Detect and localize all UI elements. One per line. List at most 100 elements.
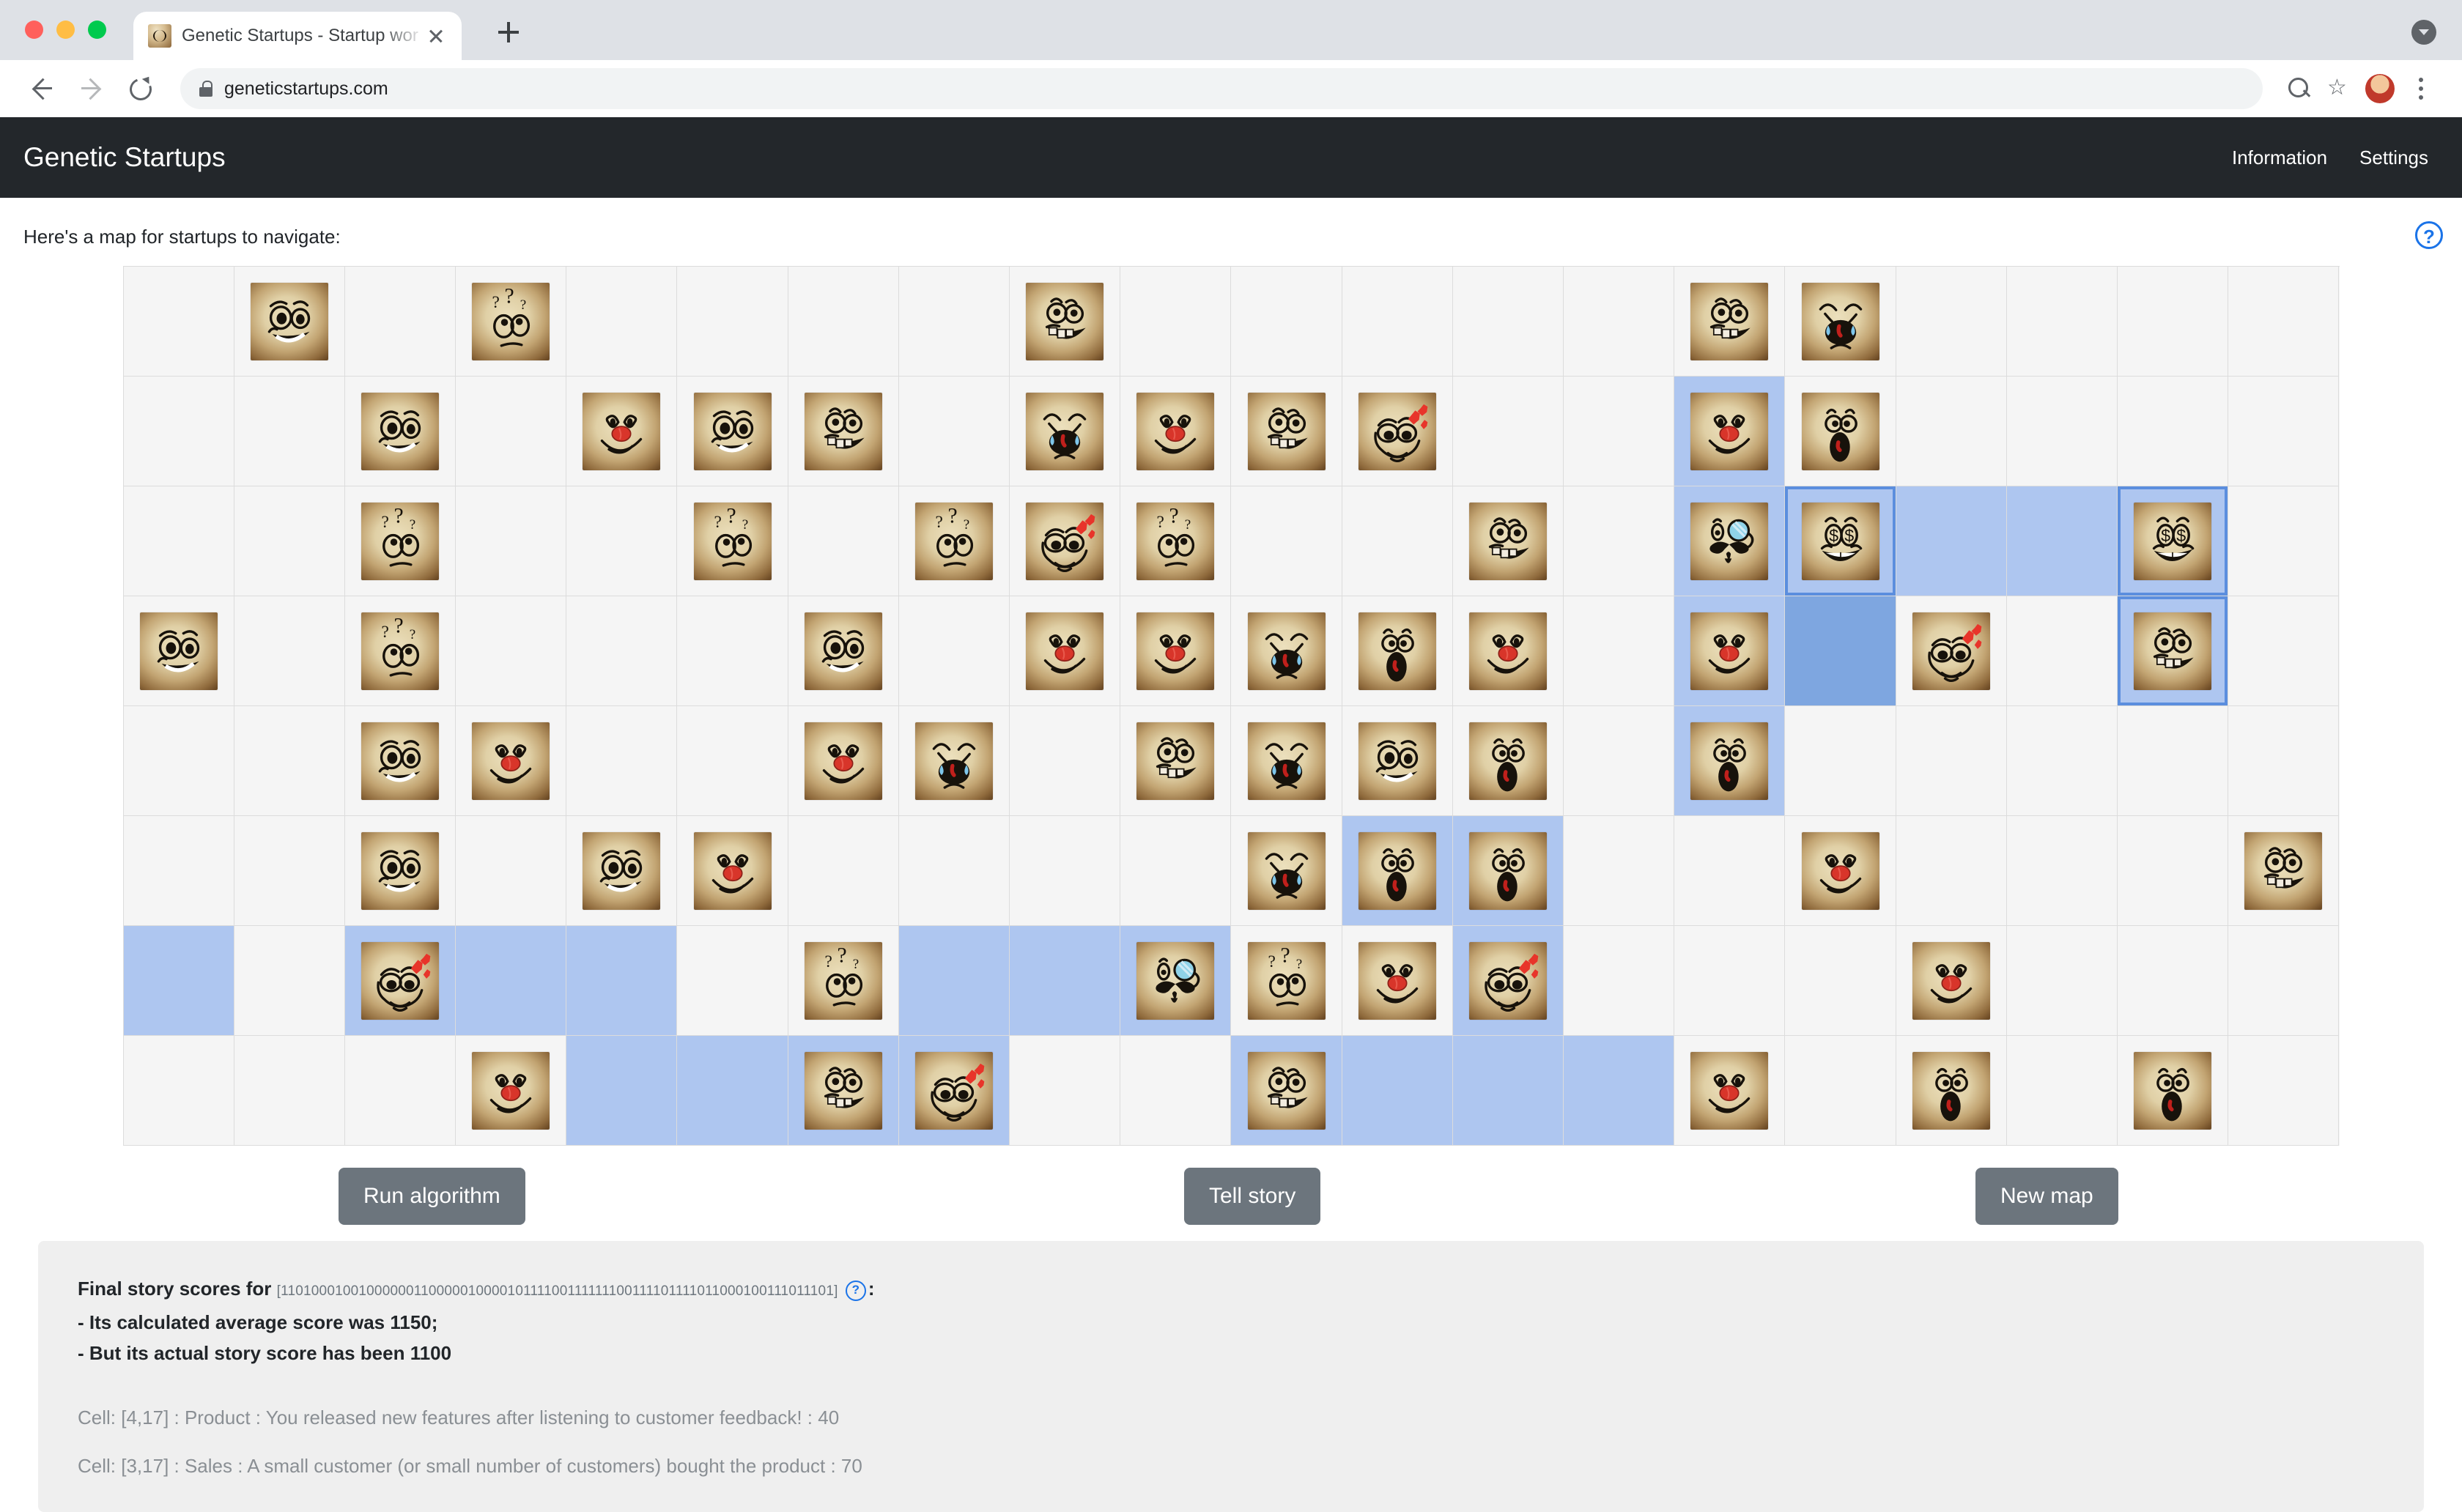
- grid-cell[interactable]: [2118, 267, 2229, 377]
- grid-cell[interactable]: [1452, 706, 1564, 816]
- grid-cell[interactable]: [677, 1036, 788, 1146]
- grid-cell[interactable]: [234, 486, 345, 596]
- grid-cell[interactable]: [1896, 267, 2007, 377]
- grid-cell[interactable]: [234, 816, 345, 926]
- grid-cell[interactable]: [2006, 926, 2118, 1036]
- grid-cell[interactable]: [2228, 706, 2340, 816]
- grid-cell[interactable]: [123, 706, 234, 816]
- grid-cell[interactable]: [123, 377, 234, 486]
- grid-cell[interactable]: [788, 1036, 899, 1146]
- grid-cell[interactable]: [456, 1036, 567, 1146]
- grid-cell[interactable]: [898, 706, 1010, 816]
- grid-cell[interactable]: [456, 816, 567, 926]
- grid-cell[interactable]: [1342, 267, 1453, 377]
- grid-cell[interactable]: [1785, 1036, 1896, 1146]
- grid-cell[interactable]: [2118, 377, 2229, 486]
- grid-cell[interactable]: [1785, 596, 1896, 706]
- grid-cell[interactable]: [566, 377, 678, 486]
- grid-cell[interactable]: [1785, 926, 1896, 1036]
- grid-cell[interactable]: [566, 267, 678, 377]
- grid-cell[interactable]: [2118, 926, 2229, 1036]
- grid-cell[interactable]: [2006, 377, 2118, 486]
- tab-list-chevron-icon[interactable]: [2408, 16, 2440, 48]
- grid-cell[interactable]: [2006, 816, 2118, 926]
- grid-cell[interactable]: [1231, 1036, 1342, 1146]
- grid-cell[interactable]: [2228, 377, 2340, 486]
- grid-cell[interactable]: [566, 596, 678, 706]
- grid-cell[interactable]: [2118, 1036, 2229, 1146]
- grid-cell[interactable]: [456, 706, 567, 816]
- grid-cell[interactable]: [456, 486, 567, 596]
- grid-cell[interactable]: [1564, 816, 1675, 926]
- grid-cell[interactable]: [1674, 706, 1786, 816]
- grid-cell[interactable]: [234, 377, 345, 486]
- browser-menu-icon[interactable]: [2402, 70, 2440, 108]
- grid-cell[interactable]: [788, 486, 899, 596]
- grid-cell[interactable]: [1674, 486, 1786, 596]
- grid-cell[interactable]: [1785, 706, 1896, 816]
- grid-cell[interactable]: [1342, 706, 1453, 816]
- grid-cell[interactable]: [2006, 486, 2118, 596]
- grid-cell[interactable]: ? ? ?: [788, 926, 899, 1036]
- grid-cell[interactable]: [1452, 926, 1564, 1036]
- grid-cell[interactable]: [1231, 267, 1342, 377]
- grid-cell[interactable]: [1120, 926, 1232, 1036]
- grid-cell[interactable]: [1120, 377, 1232, 486]
- grid-cell[interactable]: [1120, 596, 1232, 706]
- grid-cell[interactable]: [1452, 486, 1564, 596]
- grid-cell[interactable]: [788, 377, 899, 486]
- grid-cell[interactable]: [2228, 596, 2340, 706]
- grid-cell[interactable]: [1896, 926, 2007, 1036]
- close-icon[interactable]: [425, 25, 447, 47]
- grid-cell[interactable]: [2228, 267, 2340, 377]
- grid-cell[interactable]: [123, 267, 234, 377]
- grid-cell[interactable]: ? ? ?: [344, 596, 456, 706]
- grid-cell[interactable]: [1674, 1036, 1786, 1146]
- grid-cell[interactable]: [2006, 1036, 2118, 1146]
- back-icon[interactable]: [22, 68, 63, 109]
- grid-cell[interactable]: [1010, 486, 1121, 596]
- help-icon[interactable]: ?: [2415, 221, 2443, 249]
- grid-cell[interactable]: [1564, 486, 1675, 596]
- grid-cell[interactable]: [1120, 1036, 1232, 1146]
- grid-cell[interactable]: [456, 926, 567, 1036]
- grid-cell[interactable]: [123, 1036, 234, 1146]
- grid-cell[interactable]: [1342, 926, 1453, 1036]
- nav-information[interactable]: Information: [2232, 147, 2327, 169]
- grid-cell[interactable]: [1674, 816, 1786, 926]
- grid-cell[interactable]: [788, 596, 899, 706]
- grid-cell[interactable]: [1010, 267, 1121, 377]
- grid-cell[interactable]: [1342, 1036, 1453, 1146]
- new-map-button[interactable]: New map: [1975, 1168, 2118, 1225]
- grid-cell[interactable]: [123, 926, 234, 1036]
- grid-cell[interactable]: [1785, 267, 1896, 377]
- grid-cell[interactable]: [1452, 596, 1564, 706]
- grid-cell[interactable]: [1120, 706, 1232, 816]
- nav-settings[interactable]: Settings: [2359, 147, 2428, 169]
- grid-cell[interactable]: [1896, 816, 2007, 926]
- search-icon[interactable]: [2279, 70, 2317, 108]
- grid-cell[interactable]: [1674, 926, 1786, 1036]
- grid-cell[interactable]: [1231, 377, 1342, 486]
- grid-cell[interactable]: [566, 706, 678, 816]
- grid-cell[interactable]: [1120, 816, 1232, 926]
- grid-cell[interactable]: ? ? ?: [677, 486, 788, 596]
- grid-cell[interactable]: [788, 267, 899, 377]
- grid-cell[interactable]: [1564, 267, 1675, 377]
- tell-story-button[interactable]: Tell story: [1184, 1168, 1321, 1225]
- grid-cell[interactable]: [2118, 596, 2229, 706]
- grid-cell[interactable]: [1674, 267, 1786, 377]
- grid-cell[interactable]: [234, 596, 345, 706]
- grid-cell[interactable]: [898, 267, 1010, 377]
- grid-cell[interactable]: [1010, 926, 1121, 1036]
- close-window-button[interactable]: [25, 21, 43, 39]
- grid-cell[interactable]: [1342, 377, 1453, 486]
- grid-cell[interactable]: [677, 816, 788, 926]
- grid-cell[interactable]: [898, 926, 1010, 1036]
- grid-cell[interactable]: [344, 1036, 456, 1146]
- grid-cell[interactable]: [898, 377, 1010, 486]
- grid-cell[interactable]: [1010, 816, 1121, 926]
- new-tab-icon[interactable]: [492, 16, 525, 48]
- grid-cell[interactable]: [788, 816, 899, 926]
- grid-cell[interactable]: [1674, 377, 1786, 486]
